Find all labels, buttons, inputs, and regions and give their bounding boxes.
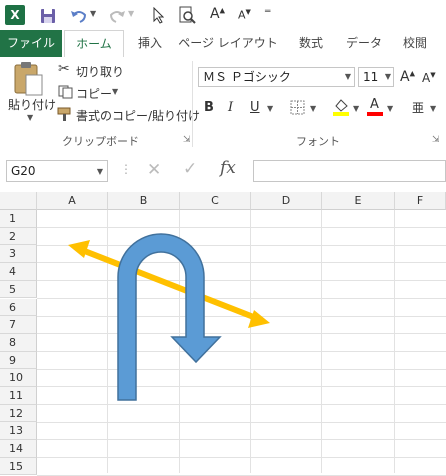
phonetic-dropdown-icon[interactable]: ▼: [430, 104, 436, 113]
underline-dropdown-icon[interactable]: ▼: [267, 104, 273, 113]
format-painter-button[interactable]: 書式のコピー/貼り付け: [76, 107, 200, 124]
tab-review[interactable]: 校閲: [392, 30, 438, 57]
underline-button[interactable]: U: [250, 100, 260, 115]
chevron-down-icon: ▼: [96, 167, 103, 176]
chevron-down-icon: ▼: [384, 72, 391, 81]
tab-data[interactable]: データ: [340, 30, 388, 57]
chevron-down-icon: ▼: [344, 72, 351, 81]
excel-logo-icon: X: [5, 5, 25, 25]
phonetic-guide-icon[interactable]: 亜: [412, 99, 424, 116]
worksheet-grid[interactable]: ABCDEF 1 2 3 4 5 6 7 8 9 10 11 12 13 14 15: [0, 192, 446, 476]
formula-bar: G20 ▼ ⋮ ✕ ✓ fx: [0, 150, 446, 192]
clipboard-launcher-icon[interactable]: ⇲: [183, 135, 191, 145]
font-launcher-icon[interactable]: ⇲: [432, 135, 440, 145]
font-grow-button[interactable]: A▲: [400, 69, 415, 85]
clipboard-group-label: クリップボード: [62, 135, 139, 148]
borders-dropdown-icon[interactable]: ▼: [310, 104, 316, 113]
tab-page-layout[interactable]: ページ レイアウト: [178, 30, 278, 57]
borders-icon[interactable]: [290, 100, 306, 116]
customize-qat-icon[interactable]: ═: [265, 7, 270, 17]
name-box-value: G20: [11, 164, 36, 178]
redo-icon: [109, 11, 125, 23]
tab-file[interactable]: ファイル: [0, 30, 62, 57]
tab-formulas[interactable]: 数式: [288, 30, 334, 57]
font-size-select[interactable]: 11 ▼: [358, 67, 394, 87]
redo-dropdown-icon: ▼: [128, 9, 135, 18]
font-group-label: フォント: [296, 135, 340, 148]
copy-button[interactable]: コピー: [76, 85, 112, 102]
ribbon-home: 貼り付け ▼ ✂ 切り取り コピー ▼ 書式のコピー/貼り付け クリップボード …: [0, 57, 446, 151]
save-icon[interactable]: [40, 8, 56, 24]
tab-home[interactable]: ホーム: [64, 30, 124, 58]
cancel-icon: ✕: [147, 160, 162, 180]
italic-button[interactable]: I: [228, 100, 233, 115]
cut-button[interactable]: 切り取り: [76, 63, 124, 80]
ribbon-tabs: ファイル ホーム 挿入 ページ レイアウト 数式 データ 校閲: [0, 30, 446, 58]
font-color-dropdown-icon[interactable]: ▼: [387, 104, 393, 113]
shapes-layer: [68, 233, 270, 401]
fill-color-icon[interactable]: [332, 97, 350, 117]
enter-icon: ✓: [183, 159, 198, 179]
paste-dropdown-icon[interactable]: ▼: [27, 113, 33, 122]
quick-access-toolbar: X ▼ ▼ A▲ A▼ ═: [0, 0, 446, 30]
formula-input[interactable]: [253, 160, 446, 182]
font-name-value: ＭＳ Ｐゴシック: [203, 70, 291, 84]
name-box[interactable]: G20 ▼: [6, 160, 108, 182]
undo-icon[interactable]: [70, 8, 88, 24]
group-separator: [192, 61, 193, 147]
paste-label[interactable]: 貼り付け: [8, 96, 56, 113]
bold-button[interactable]: B: [204, 100, 214, 115]
insert-function-button[interactable]: fx: [220, 158, 236, 178]
more-dots-icon: ⋮: [120, 162, 132, 176]
pointer-icon[interactable]: [152, 7, 164, 24]
font-color-swatch: [367, 112, 383, 116]
font-shrink-button[interactable]: A▼: [422, 71, 436, 85]
fill-color-dropdown-icon[interactable]: ▼: [353, 104, 359, 113]
print-preview-icon[interactable]: [178, 6, 196, 25]
font-name-select[interactable]: ＭＳ Ｐゴシック ▼: [198, 67, 355, 87]
copy-icon[interactable]: [58, 85, 74, 99]
format-painter-icon[interactable]: [57, 107, 73, 121]
undo-dropdown-icon[interactable]: ▼: [90, 9, 96, 18]
paste-icon[interactable]: [12, 61, 46, 97]
font-color-button[interactable]: A: [367, 97, 383, 117]
font-shrink-icon[interactable]: A▼: [238, 8, 251, 22]
font-grow-icon[interactable]: A▲: [210, 6, 225, 22]
font-size-value: 11: [363, 70, 379, 84]
cut-icon[interactable]: ✂: [58, 61, 70, 77]
tab-insert[interactable]: 挿入: [130, 30, 170, 57]
u-turn-arrow-shape[interactable]: [117, 233, 222, 401]
copy-dropdown-icon[interactable]: ▼: [112, 87, 118, 96]
